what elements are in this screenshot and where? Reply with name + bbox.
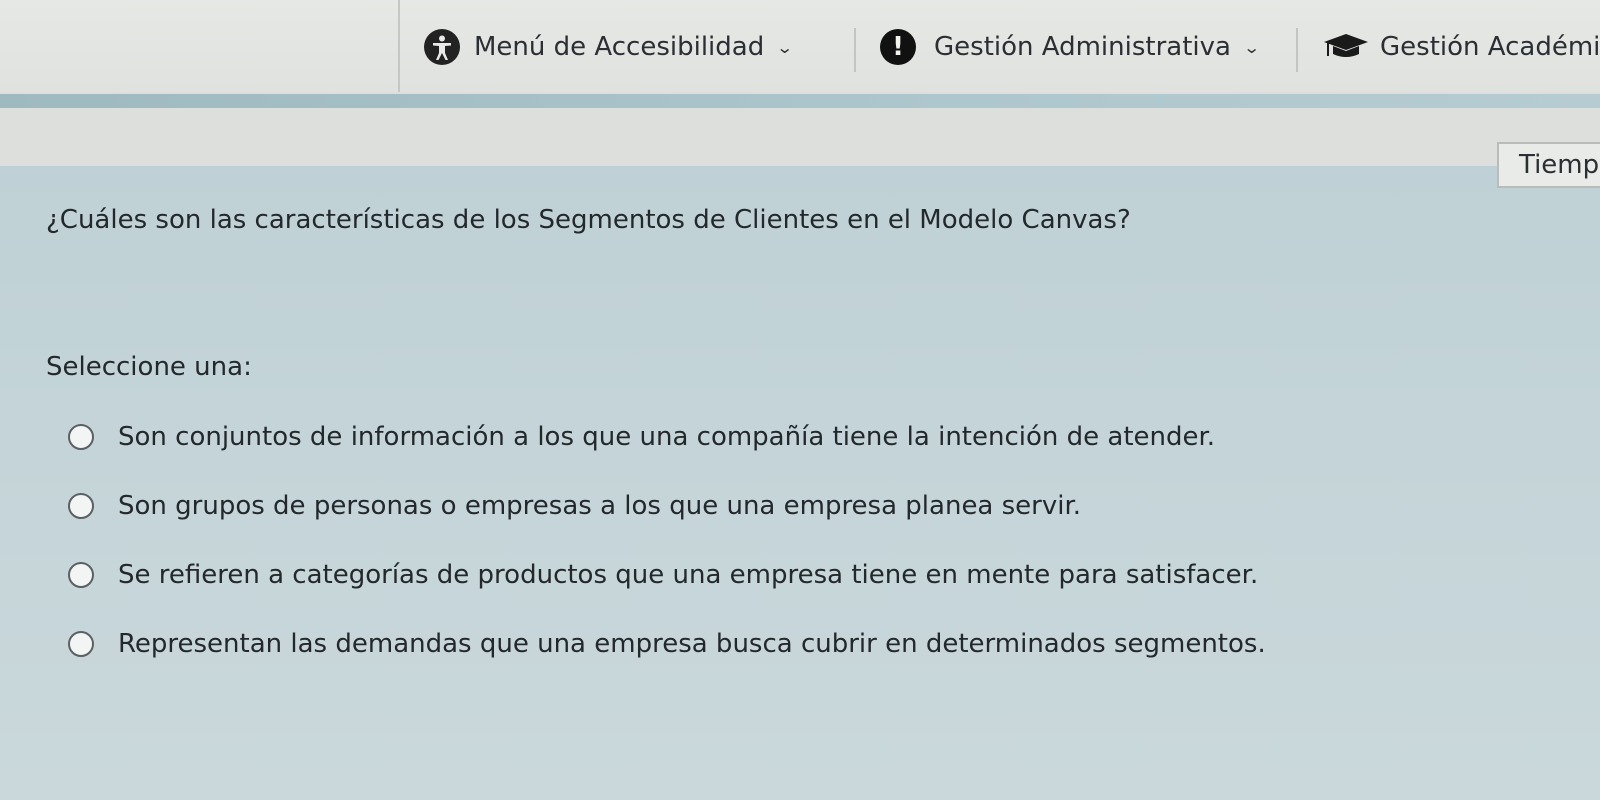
question-text: ¿Cuáles son las características de los S…: [46, 205, 1131, 235]
nav-administrative-label: Gestión Administrativa: [934, 32, 1231, 62]
answer-option[interactable]: Representan las demandas que una empresa…: [68, 629, 1266, 659]
nav-accessibility-menu[interactable]: Menú de Accesibilidad ⌄: [424, 22, 794, 72]
alert-icon: !: [880, 29, 916, 65]
radio-button[interactable]: [68, 424, 94, 450]
radio-button[interactable]: [68, 631, 94, 657]
answer-option-label: Son grupos de personas o empresas a los …: [118, 491, 1082, 521]
nav-administrative-management[interactable]: ! Gestión Administrativa ⌄: [880, 22, 1261, 72]
answer-option-label: Se refieren a categorías de productos qu…: [118, 560, 1259, 590]
nav-accent-stripe: [0, 94, 1600, 108]
timer-label: Tiemp: [1519, 150, 1600, 180]
nav-left-blank-area: [0, 0, 400, 92]
chevron-down-icon: ⌄: [776, 37, 794, 57]
radio-button[interactable]: [68, 493, 94, 519]
chevron-down-icon: ⌄: [1242, 37, 1261, 57]
answer-option[interactable]: Son grupos de personas o empresas a los …: [68, 491, 1081, 521]
answer-option[interactable]: Son conjuntos de información a los que u…: [68, 422, 1215, 452]
select-one-prompt: Seleccione una:: [46, 352, 252, 382]
nav-accessibility-label: Menú de Accesibilidad: [474, 32, 765, 62]
answer-option[interactable]: Se refieren a categorías de productos qu…: [68, 560, 1258, 590]
nav-academic-management[interactable]: Gestión Académi: [1322, 22, 1600, 72]
top-navigation-bar: Menú de Accesibilidad ⌄ ! Gestión Admini…: [0, 0, 1600, 92]
accessibility-icon: [424, 29, 460, 65]
radio-button[interactable]: [68, 562, 94, 588]
nav-academic-label: Gestión Académi: [1380, 32, 1600, 62]
nav-divider: [854, 28, 856, 72]
graduation-cap-icon: [1324, 34, 1368, 57]
nav-divider: [1296, 28, 1298, 72]
question-card: [0, 166, 1600, 800]
accessibility-figure-icon: [433, 35, 451, 60]
timer-box: Tiemp: [1497, 142, 1600, 188]
answer-option-label: Son conjuntos de información a los que u…: [118, 422, 1216, 452]
answer-option-label: Representan las demandas que una empresa…: [118, 629, 1266, 659]
